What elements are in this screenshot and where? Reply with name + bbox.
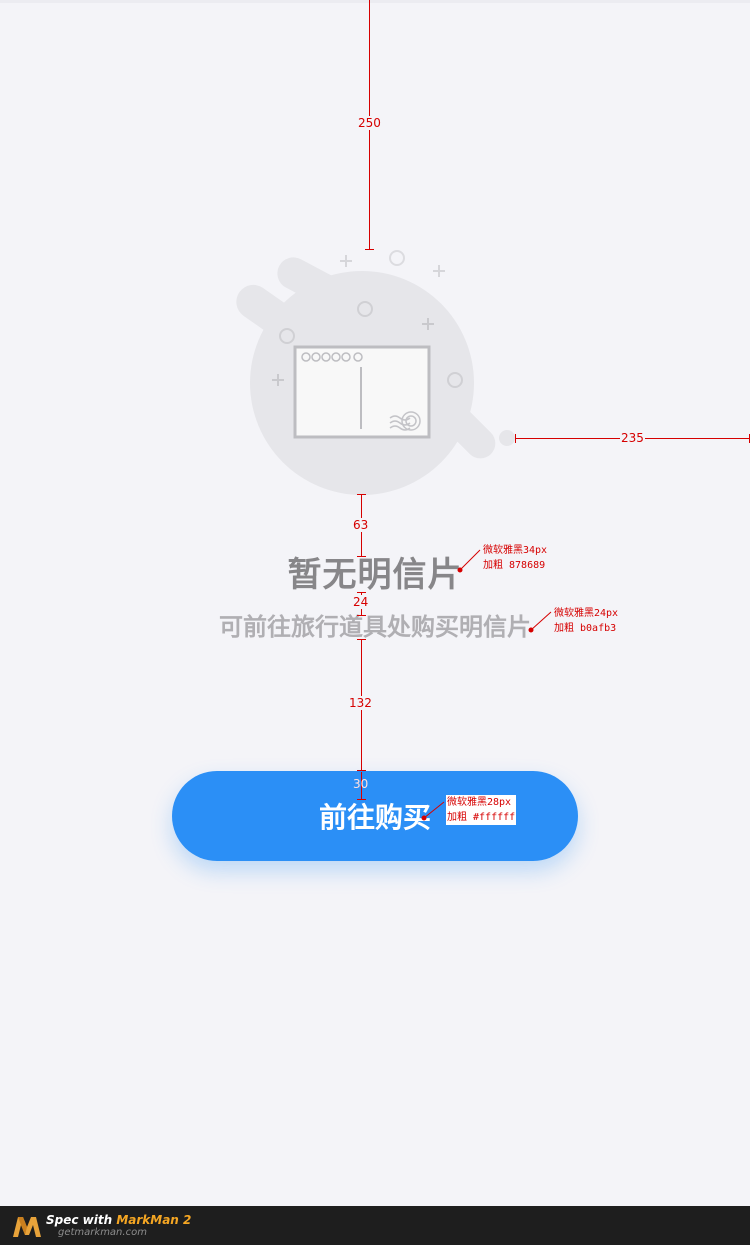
spec-cap — [357, 770, 366, 771]
spec-cap — [357, 556, 366, 557]
spec-note-subtitle: 微软雅黑24px 加粗 b0afb3 — [554, 606, 618, 636]
empty-subtitle: 可前往旅行道具处购买明信片 — [219, 613, 531, 641]
spec-label-top-gap: 250 — [357, 116, 382, 130]
spec-label-button-text: 30 — [353, 777, 369, 791]
spec-cap — [357, 615, 366, 616]
go-buy-button[interactable]: 前往购买 — [172, 771, 578, 861]
postcard-blob-icon — [236, 250, 515, 495]
spec-cap — [357, 799, 366, 800]
spec-note-button: 微软雅黑28px 加粗 #ffffff — [446, 795, 517, 825]
spec-cap — [357, 592, 366, 593]
markman-logo-icon — [13, 1217, 41, 1237]
spec-cap — [365, 249, 374, 250]
spec-label-subtitle-button: 132 — [348, 696, 373, 710]
empty-title: 暂无明信片 — [287, 555, 463, 595]
spec-label-title-subtitle: 24 — [352, 595, 370, 609]
spec-note-subtitle-font: 微软雅黑24px — [554, 608, 619, 619]
spec-note-button-font: 微软雅黑28px — [447, 797, 512, 808]
spec-label-right-gap: 235 — [620, 431, 645, 445]
markman-footer: Spec with MarkMan 2 getmarkman.com — [0, 1206, 750, 1245]
top-divider — [0, 0, 750, 3]
footer-spec-prefix: Spec with — [46, 1213, 117, 1227]
footer-spec-text: Spec with MarkMan 2 — [46, 1213, 191, 1227]
spec-cap — [515, 434, 516, 443]
footer-url: getmarkman.com — [58, 1227, 147, 1238]
spec-note-title-color: 加粗 878689 — [483, 560, 546, 571]
go-buy-button-label: 前往购买 — [318, 801, 431, 834]
spec-cap — [357, 494, 366, 495]
footer-brand: MarkMan 2 — [116, 1213, 192, 1227]
empty-postcard-illustration — [230, 245, 530, 505]
spec-note-subtitle-color: 加粗 b0afb3 — [554, 623, 617, 634]
spec-note-title: 微软雅黑34px 加粗 878689 — [483, 543, 547, 573]
spec-cap — [357, 639, 366, 640]
spec-note-title-font: 微软雅黑34px — [483, 545, 548, 556]
spec-note-button-color: 加粗 #ffffff — [447, 812, 516, 823]
spec-label-image-title: 63 — [352, 518, 370, 532]
